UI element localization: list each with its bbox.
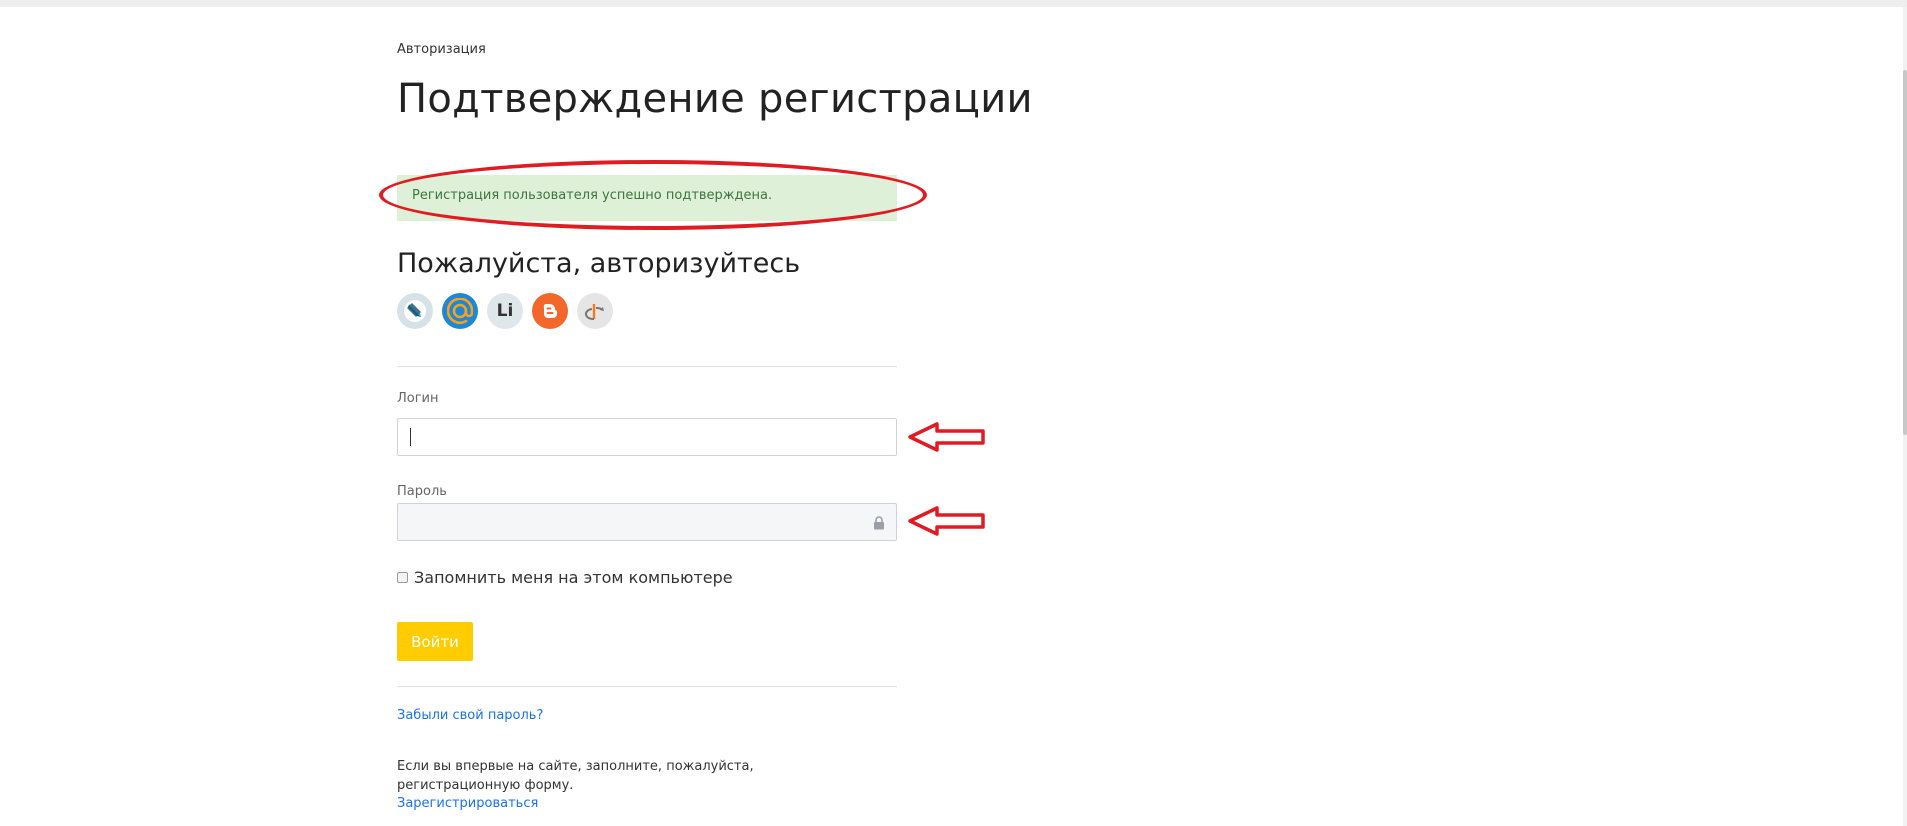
lock-icon <box>873 515 885 534</box>
password-label: Пароль <box>397 484 447 499</box>
password-input[interactable] <box>397 503 897 541</box>
livejournal-icon[interactable] <box>397 293 433 329</box>
remember-me-label: Запомнить меня на этом компьютере <box>414 568 733 587</box>
register-link[interactable]: Зарегистрироваться <box>397 796 538 811</box>
login-field-wrapper <box>397 418 897 456</box>
browser-top-bar <box>0 0 1907 7</box>
mail-ru-icon[interactable] <box>442 293 478 329</box>
divider <box>397 366 897 367</box>
login-button[interactable]: Войти <box>397 622 473 661</box>
auth-heading: Пожалуйста, авторизуйтесь <box>397 248 801 279</box>
liveinternet-glyph: Li <box>496 301 514 321</box>
openid-icon[interactable] <box>577 293 613 329</box>
text-caret <box>410 428 411 446</box>
scrollbar-thumb[interactable] <box>1903 70 1907 435</box>
annotation-arrow-login <box>908 422 985 452</box>
success-alert: Регистрация пользователя успешно подтвер… <box>397 175 897 221</box>
remember-me-checkbox[interactable] <box>397 572 408 583</box>
divider <box>397 686 897 687</box>
login-label: Логин <box>397 391 439 406</box>
register-prompt: Если вы впервые на сайте, заполните, пож… <box>397 759 754 793</box>
breadcrumb[interactable]: Авторизация <box>397 42 486 57</box>
annotation-arrow-password <box>908 506 985 536</box>
social-login-list: Li <box>397 293 613 329</box>
login-input[interactable] <box>397 418 897 456</box>
blogger-icon[interactable] <box>532 293 568 329</box>
liveinternet-icon[interactable]: Li <box>487 293 523 329</box>
password-field-wrapper <box>397 503 897 541</box>
page-title: Подтверждение регистрации <box>397 76 1033 122</box>
forgot-password-link[interactable]: Забыли свой пароль? <box>397 708 543 723</box>
remember-me[interactable]: Запомнить меня на этом компьютере <box>397 568 733 587</box>
